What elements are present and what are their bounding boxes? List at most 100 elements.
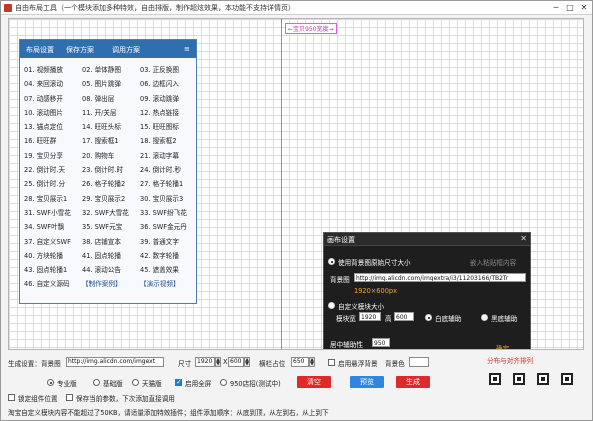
component-item[interactable]: 28. 宝贝展示1 bbox=[24, 193, 79, 203]
qr-icon[interactable] bbox=[489, 373, 501, 385]
component-item[interactable]: 09. 滚动跳弹 bbox=[140, 93, 195, 103]
component-item[interactable]: 42. 数字轮播 bbox=[140, 250, 195, 260]
banner-slot-field[interactable]: 650 bbox=[291, 357, 309, 367]
component-item[interactable]: 10. 滚动图片 bbox=[24, 107, 79, 117]
clear-button[interactable]: 清空 bbox=[297, 376, 331, 388]
radio-black-assist[interactable] bbox=[481, 314, 488, 321]
component-item[interactable]: 04. 来回滚动 bbox=[24, 78, 79, 88]
radio-white-assist[interactable] bbox=[425, 314, 432, 321]
component-item[interactable]: 24. 倒计时.秒 bbox=[140, 164, 195, 174]
height-spinner[interactable]: ▲ ▼ bbox=[244, 357, 250, 367]
radio-tmall-version[interactable] bbox=[132, 379, 139, 386]
component-item[interactable]: 26. 格子轮播2 bbox=[82, 178, 137, 188]
component-item[interactable]: 40. 方块轮播 bbox=[24, 250, 79, 260]
component-item[interactable]: 33. SWF纷飞花 bbox=[140, 207, 195, 217]
radio-bg-original-size[interactable] bbox=[328, 258, 335, 265]
bg-image-url-field[interactable]: http://img.alicdn.com/imgext bbox=[66, 357, 164, 367]
component-item[interactable]: 【制作案例】 bbox=[82, 278, 137, 288]
radio-950-shop-sign[interactable] bbox=[220, 379, 227, 386]
radio-custom-size[interactable] bbox=[328, 302, 335, 309]
menu-icon[interactable]: ≡ bbox=[184, 45, 190, 53]
module-width-input[interactable]: 1920 bbox=[359, 312, 381, 321]
component-item[interactable]: 39. 普通文字 bbox=[140, 236, 195, 246]
bg-image-url-input[interactable]: http://img.alicdn.com/imgextra/i3/112031… bbox=[354, 273, 526, 282]
component-row: 10. 滚动图片 11. 开/关层 12. 热点链接 bbox=[24, 105, 196, 119]
component-item[interactable]: 13. 锚点定位 bbox=[24, 121, 79, 131]
component-item[interactable]: 32. SWF大雪花 bbox=[82, 207, 137, 217]
component-row: 37. 自定义SWF 38. 店铺宣本 39. 普通文字 bbox=[24, 234, 196, 248]
component-item[interactable]: 17. 搜索框1 bbox=[82, 135, 137, 145]
component-item[interactable]: 14. 旺旺头标 bbox=[82, 121, 137, 131]
confirm-button[interactable]: 确定 bbox=[496, 343, 509, 349]
component-item[interactable]: 18. 搜索框2 bbox=[140, 135, 195, 145]
qr-icon[interactable] bbox=[513, 373, 525, 385]
component-item[interactable]: 15. 旺旺图标 bbox=[140, 121, 195, 131]
banner-slot-label: 横栏占位 bbox=[259, 360, 286, 368]
qr-icon[interactable] bbox=[537, 373, 549, 385]
component-item[interactable]: 11. 开/关层 bbox=[82, 107, 137, 117]
component-item[interactable]: 23. 倒计时.时 bbox=[82, 164, 137, 174]
component-item[interactable]: 29. 宝贝展示2 bbox=[82, 193, 137, 203]
size-width-field[interactable]: 1920 bbox=[195, 357, 215, 367]
app-window: 自由布局工具（一个模块添加多种特效，自由排版，制作超炫效果，本功能不支持详情页）… bbox=[0, 0, 593, 421]
component-item[interactable]: 05. 图片跳弹 bbox=[82, 78, 137, 88]
dialog-close-icon[interactable]: ✕ bbox=[520, 234, 527, 243]
component-item[interactable]: 34. SWF叶飘 bbox=[24, 221, 79, 231]
bg-color-label: 背景色 bbox=[385, 360, 405, 368]
banner-slot-spinner[interactable]: ▲ ▼ bbox=[309, 357, 315, 367]
module-height-input[interactable]: 600 bbox=[394, 312, 414, 321]
maximize-button[interactable]: □ bbox=[563, 2, 577, 13]
component-item[interactable]: 02. 单体静图 bbox=[82, 64, 137, 74]
tab-save-scheme[interactable]: 保存方案 bbox=[66, 45, 94, 55]
lock-position-checkbox[interactable] bbox=[8, 394, 15, 401]
component-item[interactable]: 44. 滚动公告 bbox=[82, 264, 137, 274]
component-item[interactable]: 38. 店铺宣本 bbox=[82, 236, 137, 246]
generate-button[interactable]: 生成 bbox=[396, 376, 430, 388]
component-item[interactable]: 08. 弹出层 bbox=[82, 93, 137, 103]
width-spinner[interactable]: ▲ ▼ bbox=[215, 357, 221, 367]
component-item[interactable]: 41. 固点轮播 bbox=[82, 250, 137, 260]
save-params-checkbox[interactable] bbox=[66, 394, 73, 401]
component-item[interactable]: 20. 购物车 bbox=[82, 150, 137, 160]
minimize-button[interactable]: ─ bbox=[549, 2, 563, 13]
component-item[interactable]: 06. 边框闪入 bbox=[140, 78, 195, 88]
radio-basic-version[interactable] bbox=[93, 379, 100, 386]
align-distribute-link[interactable]: 分布与对齐排列 bbox=[487, 355, 533, 365]
bg-color-swatch[interactable] bbox=[409, 357, 429, 367]
component-item[interactable]: 16. 旺旺群 bbox=[24, 135, 79, 145]
component-item[interactable]: 12. 热点链接 bbox=[140, 107, 195, 117]
preview-button[interactable]: 预览 bbox=[350, 376, 384, 388]
qr-icon[interactable] bbox=[561, 373, 573, 385]
component-item[interactable]: 35. SWF元宝 bbox=[82, 221, 137, 231]
component-row: 16. 旺旺群 17. 搜索框1 18. 搜索框2 bbox=[24, 133, 196, 147]
fullscreen-checkbox[interactable] bbox=[175, 378, 182, 386]
component-item[interactable]: 19. 宝贝分享 bbox=[24, 150, 79, 160]
component-item[interactable]: 【演示视频】 bbox=[140, 278, 195, 288]
component-item[interactable]: 43. 固点轮播1 bbox=[24, 264, 79, 274]
component-item[interactable]: 30. 宝贝展示3 bbox=[140, 193, 195, 203]
center-guide-line[interactable] bbox=[281, 19, 282, 349]
save-params-label: 保存当前参数，下次添加直接调用 bbox=[76, 395, 175, 403]
component-item[interactable]: 45. 遮盖效果 bbox=[140, 264, 195, 274]
tab-layout-settings[interactable]: 布局设置 bbox=[26, 45, 54, 55]
module-width-label: 模块宽 bbox=[336, 315, 356, 323]
component-item[interactable]: 01. 视频播放 bbox=[24, 64, 79, 74]
center-assist-input[interactable]: 950 bbox=[372, 338, 390, 347]
size-height-field[interactable]: 600 bbox=[228, 357, 244, 367]
component-item[interactable]: 22. 倒计时.天 bbox=[24, 164, 79, 174]
tab-load-scheme[interactable]: 调用方案 bbox=[112, 45, 140, 55]
component-item[interactable]: 31. SWF小雪花 bbox=[24, 207, 79, 217]
component-item[interactable]: 46. 自定义源码 bbox=[24, 278, 79, 288]
component-item[interactable]: 27. 格子轮播1 bbox=[140, 178, 195, 188]
float-bg-checkbox[interactable] bbox=[328, 359, 335, 366]
design-canvas[interactable]: ←宝贝950宽度→ 布局设置 保存方案 调用方案 ≡ 01. 视频播放 02. 单… bbox=[8, 18, 584, 350]
component-item[interactable]: 36. SWF金元丹 bbox=[140, 221, 195, 231]
component-item[interactable]: 07. 动感移开 bbox=[24, 93, 79, 103]
close-button[interactable]: ✕ bbox=[577, 2, 591, 13]
size-x-label: X bbox=[223, 358, 228, 366]
radio-pro-version[interactable] bbox=[47, 379, 54, 386]
component-item[interactable]: 03. 正反换图 bbox=[140, 64, 195, 74]
component-item[interactable]: 37. 自定义SWF bbox=[24, 236, 79, 246]
component-item[interactable]: 21. 滚动字幕 bbox=[140, 150, 195, 160]
component-item[interactable]: 25. 倒计时.分 bbox=[24, 178, 79, 188]
